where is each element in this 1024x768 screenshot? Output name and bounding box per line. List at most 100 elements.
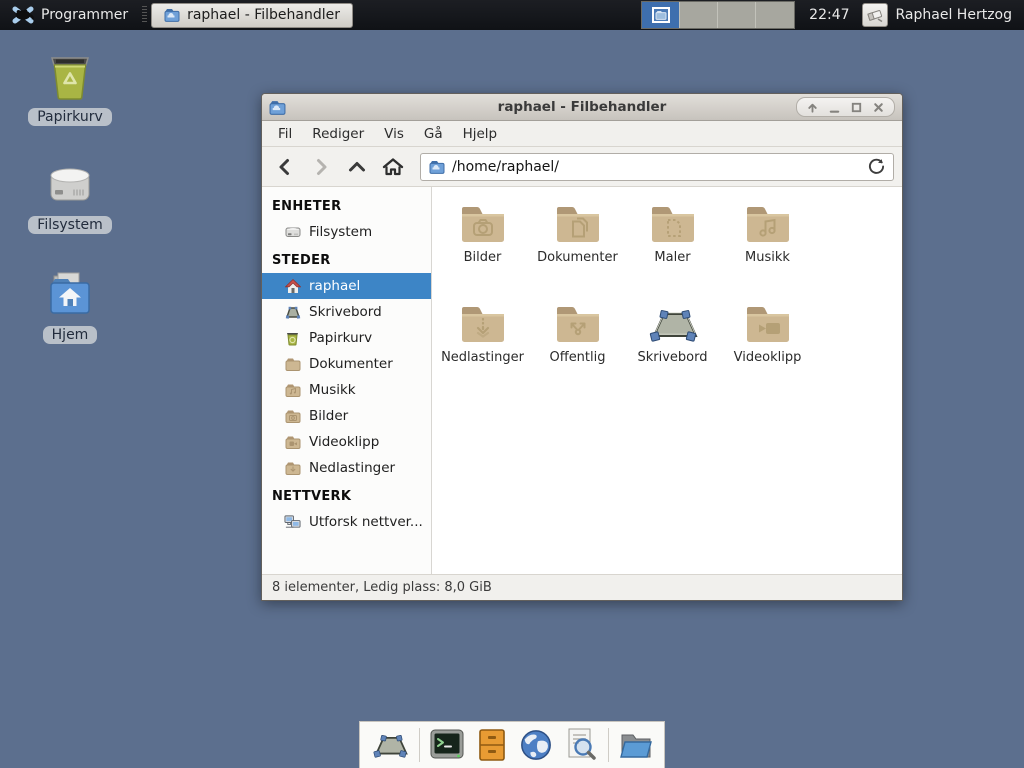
file-cabinet-icon: [477, 728, 507, 762]
folder-icon: [284, 461, 301, 475]
workspace-4[interactable]: [756, 2, 794, 28]
back-button[interactable]: [270, 152, 300, 182]
file-browser-icon: [618, 729, 654, 761]
applications-menu-label: Programmer: [41, 7, 128, 23]
search-files-icon: [564, 727, 598, 763]
sidebar-item-videos[interactable]: Videoklipp: [262, 429, 431, 455]
file-label: Videoklipp: [734, 350, 802, 365]
file-item-documents[interactable]: Dokumenter: [530, 197, 625, 297]
folder-icon: [164, 8, 180, 22]
close-button[interactable]: [872, 101, 885, 114]
sidebar-item-desktop[interactable]: Skrivebord: [262, 299, 431, 325]
sidebar-item-label: Papirkurv: [309, 330, 372, 346]
folder-downloads-icon: [457, 303, 509, 345]
folder-public-icon: [552, 303, 604, 345]
workspace-1[interactable]: [642, 2, 680, 28]
web-browser-button[interactable]: [519, 725, 555, 765]
menu-file[interactable]: Fil: [268, 122, 302, 146]
menu-edit[interactable]: Rediger: [302, 122, 374, 146]
file-label: Bilder: [464, 250, 502, 265]
path-bar[interactable]: /home/raphael/: [420, 153, 894, 181]
dock-panel: [359, 721, 665, 768]
desktop-icon-label: Filsystem: [28, 216, 111, 234]
sidebar-header-devices: ENHETER: [262, 191, 431, 219]
file-item-templates[interactable]: Maler: [625, 197, 720, 297]
folder-icon: [284, 357, 301, 371]
file-item-public[interactable]: Offentlig: [530, 297, 625, 397]
sidebar-item-browse-network[interactable]: Utforsk nettver...: [262, 509, 431, 535]
forward-button[interactable]: [306, 152, 336, 182]
sidebar-item-raphael[interactable]: raphael: [262, 273, 431, 299]
session-menu-button[interactable]: [862, 3, 888, 27]
applications-menu-button[interactable]: Programmer: [6, 3, 134, 27]
desktop-icon-trash[interactable]: Papirkurv: [15, 50, 125, 126]
menubar: Fil Rediger Vis Gå Hjelp: [262, 121, 902, 147]
file-label: Musikk: [745, 250, 790, 265]
workspace-2[interactable]: [680, 2, 718, 28]
clock: 22:47: [809, 7, 849, 23]
desktop-trapezoid-icon: [645, 303, 701, 345]
search-files-button[interactable]: [563, 725, 599, 765]
file-label: Maler: [654, 250, 690, 265]
sidebar-item-label: Dokumenter: [309, 356, 393, 372]
file-manager-button[interactable]: [474, 725, 510, 765]
sidebar-item-trash[interactable]: Papirkurv: [262, 325, 431, 351]
file-item-desktop[interactable]: Skrivebord: [625, 297, 720, 397]
dock-separator: [608, 728, 609, 762]
file-label: Nedlastinger: [441, 350, 524, 365]
eraser-icon: [866, 7, 884, 23]
path-folder-icon: [429, 160, 445, 174]
desktop-icon-filesystem[interactable]: Filsystem: [15, 158, 125, 234]
file-item-music[interactable]: Musikk: [720, 197, 815, 297]
file-browser-button[interactable]: [618, 725, 654, 765]
desktop-icon-label: Papirkurv: [28, 108, 112, 126]
path-text[interactable]: /home/raphael/: [452, 159, 559, 175]
titlebar[interactable]: raphael - Filbehandler: [262, 94, 902, 121]
terminal-icon: [429, 728, 465, 762]
sidebar-item-label: Skrivebord: [309, 304, 382, 320]
sidebar-item-downloads[interactable]: Nedlastinger: [262, 455, 431, 481]
desktop-icon-label: Hjem: [43, 326, 98, 344]
folder-icon: [284, 435, 301, 449]
folder-videos-icon: [742, 303, 794, 345]
workspace-3[interactable]: [718, 2, 756, 28]
file-item-downloads[interactable]: Nedlastinger: [435, 297, 530, 397]
sidebar-item-documents[interactable]: Dokumenter: [262, 351, 431, 377]
folder-music-icon: [742, 203, 794, 245]
file-item-pictures[interactable]: Bilder: [435, 197, 530, 297]
sidebar-item-pictures[interactable]: Bilder: [262, 403, 431, 429]
terminal-button[interactable]: [429, 725, 465, 765]
home-icon: [284, 279, 301, 294]
show-desktop-button[interactable]: [370, 725, 410, 765]
file-label: Dokumenter: [537, 250, 618, 265]
home-folder-icon: [43, 268, 97, 320]
menu-help[interactable]: Hjelp: [453, 122, 508, 146]
maximize-button[interactable]: [850, 101, 863, 114]
minimize-button[interactable]: [828, 101, 841, 114]
taskbar-window-label: raphael - Filbehandler: [187, 7, 340, 23]
sidebar-item-label: Musikk: [309, 382, 356, 398]
dock-separator: [419, 728, 420, 762]
desktop-icon-home[interactable]: Hjem: [15, 268, 125, 344]
refresh-button[interactable]: [868, 158, 885, 175]
statusbar: 8 ielementer, Ledig plass: 8,0 GiB: [262, 574, 902, 600]
folder-documents-icon: [552, 203, 604, 245]
up-button[interactable]: [342, 152, 372, 182]
desktop-icon: [284, 305, 301, 319]
file-item-videos[interactable]: Videoklipp: [720, 297, 815, 397]
sidebar: ENHETER Filsystem STEDER raphael: [262, 187, 432, 574]
window-content: ENHETER Filsystem STEDER raphael: [262, 187, 902, 574]
file-label: Offentlig: [550, 350, 606, 365]
shade-button[interactable]: [806, 101, 819, 114]
sidebar-item-music[interactable]: Musikk: [262, 377, 431, 403]
network-icon: [284, 514, 301, 530]
taskbar-window-button[interactable]: raphael - Filbehandler: [151, 3, 353, 28]
home-button[interactable]: [378, 152, 408, 182]
menu-view[interactable]: Vis: [374, 122, 414, 146]
menu-go[interactable]: Gå: [414, 122, 453, 146]
sidebar-item-filesystem[interactable]: Filsystem: [262, 219, 431, 245]
drive-icon: [43, 158, 97, 210]
top-panel: Programmer raphael - Filbehandler: [0, 0, 1024, 30]
workspace-pager: [641, 1, 795, 29]
toolbar: /home/raphael/: [262, 147, 902, 187]
